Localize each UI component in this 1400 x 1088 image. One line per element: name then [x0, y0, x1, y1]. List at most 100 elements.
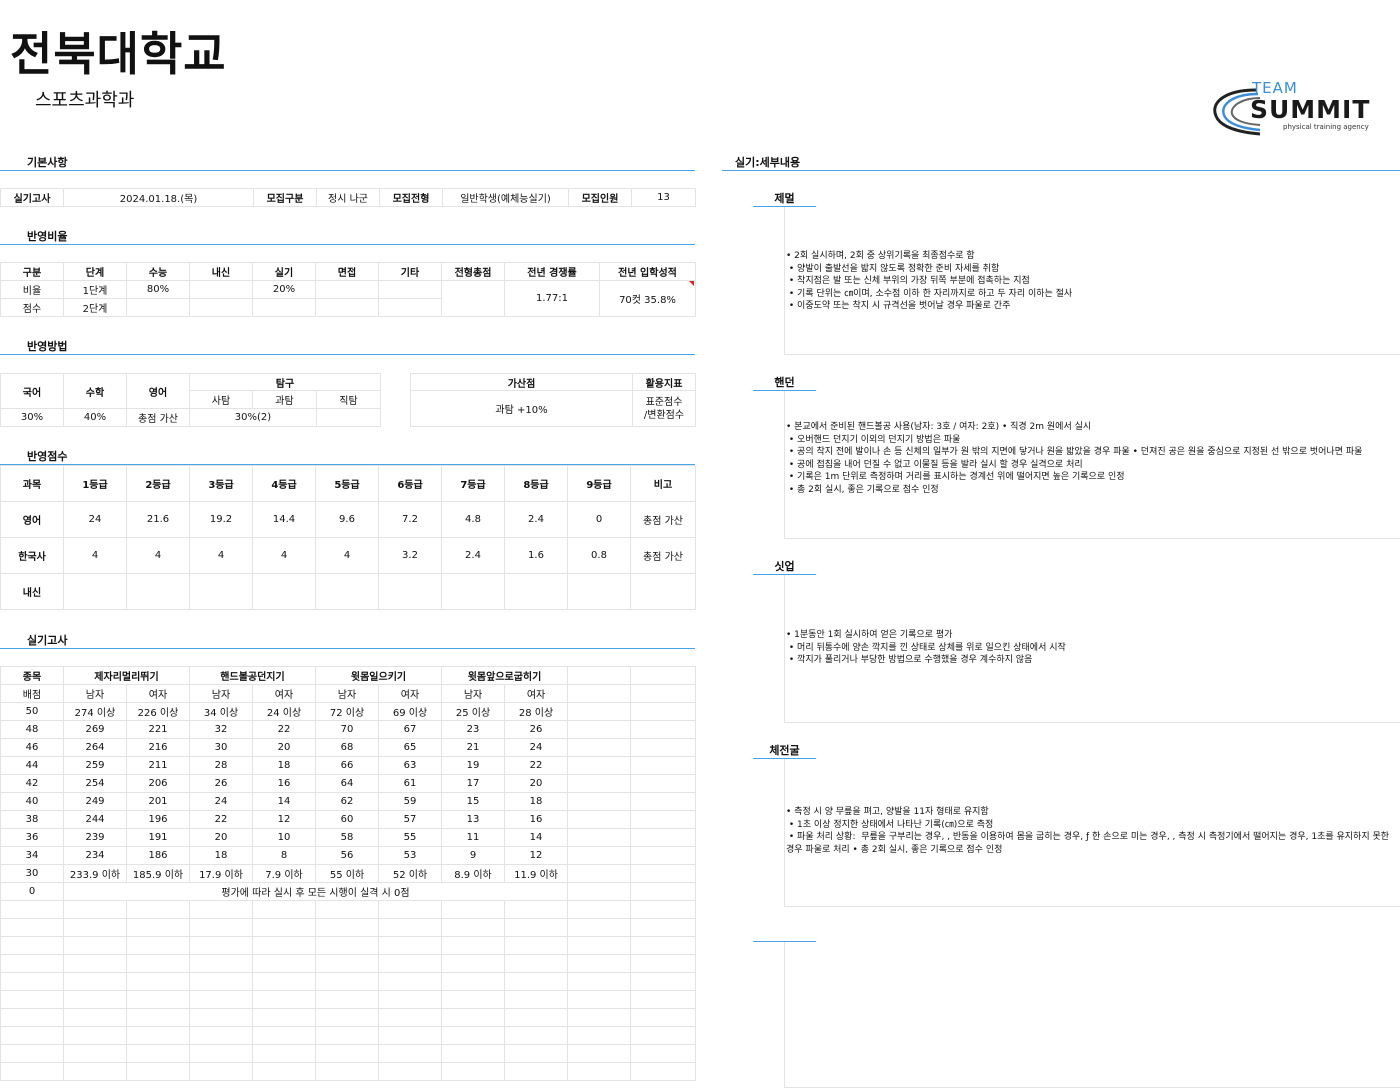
- record-cell: 9: [441, 846, 506, 865]
- ratio-cell: [378, 280, 442, 299]
- practical-subheader: 여자: [252, 684, 316, 703]
- korean-label: 국어: [0, 373, 64, 409]
- ratio-header: 면접: [315, 262, 379, 281]
- record-cell: 30: [189, 738, 253, 757]
- section-ratio-title: 반영비율: [27, 230, 68, 243]
- detail-title-broad-jump: 제멀: [774, 192, 795, 205]
- score-subject: 한국사: [0, 537, 64, 574]
- score-cell: 3.2: [378, 537, 442, 574]
- event-name: 윗몸앞으로굽히기: [441, 666, 569, 685]
- record-cell: 16: [252, 774, 316, 793]
- record-cell: 26: [504, 720, 569, 739]
- record-cell: 18: [189, 846, 253, 865]
- score-header: 9등급: [567, 465, 631, 502]
- ratio-header: 실기: [252, 262, 316, 281]
- index-value-line2: /변환점수: [643, 409, 685, 421]
- score-cell: 0: [567, 501, 631, 538]
- score-cell: 4: [315, 537, 379, 574]
- ratio-header: 전년 입학성적: [599, 262, 696, 281]
- record-cell: 13: [441, 810, 506, 829]
- practical-score-table: 종목 제자리멀리뛰기 핸드볼공던지기 윗몸일으키기 윗몸앞으로굽히기 배점 남자 여…: [0, 666, 697, 1081]
- table-row: 44 259 211 28 18 66 63 19 22: [0, 756, 697, 775]
- record-cell: 12: [504, 846, 569, 865]
- practical-subheader: 남자: [189, 684, 253, 703]
- record-cell: 254: [63, 774, 127, 793]
- score-header: 7등급: [441, 465, 505, 502]
- record-cell: 264: [63, 738, 127, 757]
- record-cell: 68: [315, 738, 379, 757]
- score-cell: 4: [63, 537, 127, 574]
- table-row: 30 233.9 이하 185.9 이하 17.9 이하 7.9 이하 55 이하 52 이…: [0, 864, 697, 883]
- record-cell: 191: [126, 828, 190, 847]
- detail-text-handball-throw: • 본교에서 준비된 핸드볼공 사용(남자: 3호 / 여자: 2호) • 직경…: [786, 422, 1363, 495]
- record-cell: 32: [189, 720, 253, 739]
- score-point: 36: [0, 828, 64, 847]
- record-cell: 64: [315, 774, 379, 793]
- score-header: 비고: [630, 465, 696, 502]
- events-label: 종목: [0, 666, 64, 685]
- record-cell: 21: [441, 738, 506, 757]
- record-cell: 18: [252, 756, 316, 775]
- record-cell: 24: [504, 738, 569, 757]
- score-header: 과목: [0, 465, 64, 502]
- grade-score-table: 과목 1등급 2등급 3등급 4등급 5등급 6등급 7등급 8등급 9등급 비고 영어 24 21.6…: [0, 465, 696, 610]
- empty-row: [0, 900, 697, 919]
- detail-text-situp: • 1분동안 1회 실시하여 얻은 기록으로 평가 • 머리 뒤통수에 양손 깍…: [786, 630, 1066, 665]
- score-cell: 4: [189, 537, 253, 574]
- event-name: 윗몸일으키기: [314, 666, 443, 685]
- record-cell: 56: [315, 846, 379, 865]
- table-row: 34 234 186 18 8 56 53 9 12: [0, 846, 697, 865]
- inquiry-value: 30%(2): [189, 408, 317, 427]
- empty-row: [0, 1008, 697, 1027]
- record-cell: 185.9 이하: [126, 864, 190, 883]
- math-label: 수학: [63, 373, 127, 409]
- ratio-table: 구분 단계 수능 내신 실기 면접 기타 전형총점 전년 경쟁률 전년 입학성적…: [0, 262, 696, 317]
- ratio-header: 기타: [378, 262, 442, 281]
- record-cell: 12: [252, 810, 316, 829]
- record-cell: 10: [252, 828, 316, 847]
- score-point: 42: [0, 774, 64, 793]
- record-cell: 18: [504, 792, 569, 811]
- score-cell: 4: [252, 537, 316, 574]
- ratio-cell: 80%: [126, 280, 190, 299]
- score-cell: 24: [63, 501, 127, 538]
- ratio-cell: 비율: [0, 280, 64, 299]
- ratio-cell: 1단계: [63, 280, 127, 299]
- ratio-cell: [189, 280, 253, 299]
- section-divider: [722, 170, 1400, 171]
- score-cell: [441, 573, 505, 610]
- score-point: 34: [0, 846, 64, 865]
- korean-value: 30%: [0, 408, 64, 427]
- score-header: 2등급: [126, 465, 190, 502]
- index-value: 표준점수 /변환점수: [632, 390, 696, 427]
- score-cell: 19.2: [189, 501, 253, 538]
- university-title: 전북대학교: [10, 27, 227, 81]
- table-row: 42 254 206 26 16 64 61 17 20: [0, 774, 697, 793]
- record-cell: 233.9 이하: [63, 864, 127, 883]
- quota-label: 모집인원: [568, 188, 632, 207]
- practical-subheader: 배점: [0, 684, 64, 703]
- record-cell: 11.9 이하: [504, 864, 569, 883]
- record-cell: 206: [126, 774, 190, 793]
- score-cell: 21.6: [126, 501, 190, 538]
- score-subject: 내신: [0, 573, 64, 610]
- score-cell: [630, 573, 696, 610]
- detail-text-sit-and-reach: • 측정 시 양 무릎을 펴고, 양발을 11자 형태로 유지함 • 1초 이상…: [786, 807, 1390, 855]
- record-cell: 66: [315, 756, 379, 775]
- ratio-cell: [189, 298, 253, 317]
- logo-tagline: physical training agency: [1283, 123, 1369, 131]
- score-subject: 영어: [0, 501, 64, 538]
- empty-row: [0, 990, 697, 1009]
- table-row: 36 239 191 20 10 58 55 11 14: [0, 828, 697, 847]
- ratio-cell: [315, 280, 379, 299]
- bonus-value: 과탐 +10%: [410, 390, 633, 427]
- vocational-label: 직탐: [316, 390, 381, 409]
- score-point: 30: [0, 864, 64, 883]
- record-cell: 61: [377, 774, 443, 793]
- table-row: 40 249 201 24 14 62 59 15 18: [0, 792, 697, 811]
- score-point: 46: [0, 738, 64, 757]
- record-cell: 34 이상: [189, 702, 253, 721]
- score-header: 5등급: [315, 465, 379, 502]
- exam-date: 2024.01.18.(목): [63, 188, 254, 207]
- record-cell: 221: [126, 720, 190, 739]
